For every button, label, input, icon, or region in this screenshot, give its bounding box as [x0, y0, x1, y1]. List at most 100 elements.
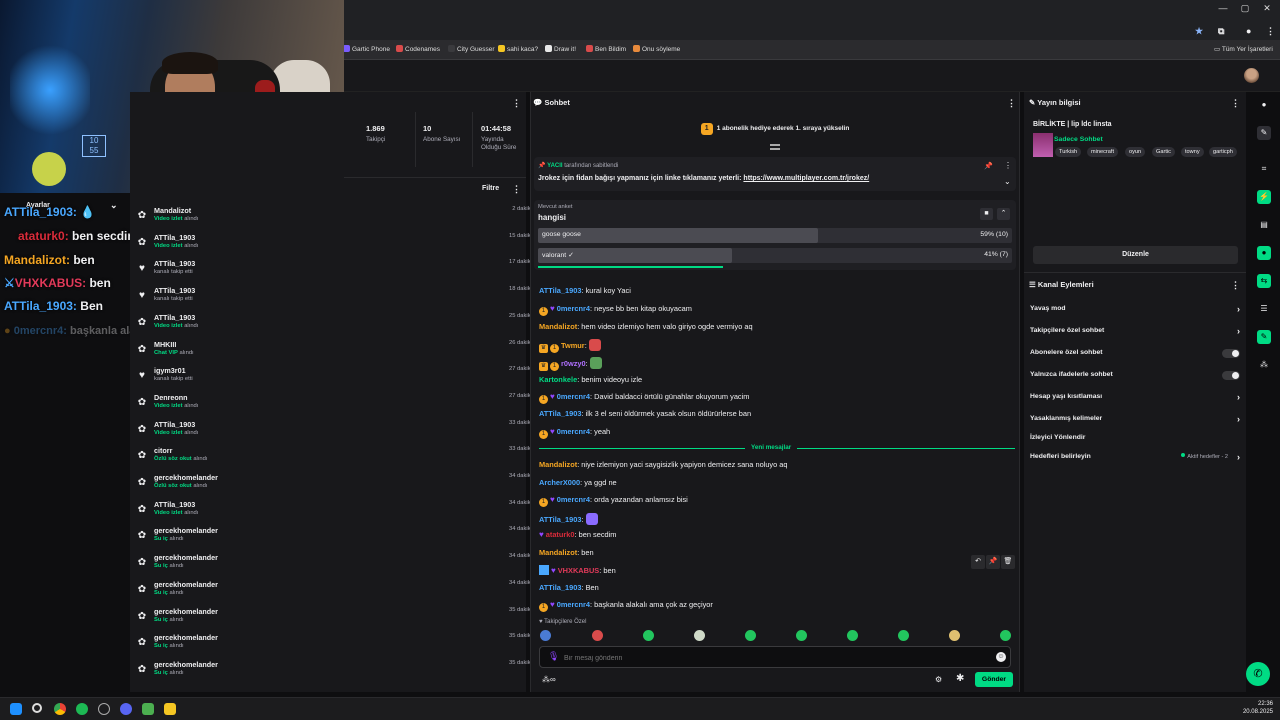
chat-message[interactable]: 1 ♥ 0mercnr4: neyse bb ben kitap okuyacam [539, 304, 692, 316]
stats-menu-icon[interactable]: ⋮ [512, 98, 521, 109]
chat-username[interactable]: ataturk0 [546, 530, 575, 539]
search-icon[interactable] [32, 703, 42, 713]
feed-item[interactable]: ✿ gercekhomelander Su iç alındı 34 dakika ö… [136, 553, 548, 579]
feed-item[interactable]: ✿ gercekhomelander Özlü söz okut alındı 34 … [136, 473, 548, 499]
poll-option[interactable]: goose goose 59% (10) [538, 228, 1012, 243]
action-slow-mode[interactable]: Yavaş mod › [1030, 300, 1242, 318]
discord-icon[interactable] [120, 703, 132, 715]
drag-handle-icon[interactable] [770, 144, 780, 150]
feed-item[interactable]: ✿ Denreonn Video izlet alındı 27 dakika önc… [136, 393, 548, 419]
windows-start-icon[interactable] [10, 703, 22, 715]
obs-icon[interactable] [98, 703, 110, 715]
reply-icon[interactable]: ↶ [971, 555, 985, 569]
settings-icon[interactable]: ⚙ [935, 675, 942, 684]
bookmark-draw-it[interactable]: Draw it! [545, 45, 576, 53]
chat-username[interactable]: Kartonkele [539, 375, 577, 384]
feed-item[interactable]: ✿ ATTila_1903 Video izlet alındı 33 dakika … [136, 420, 548, 446]
file-explorer-icon[interactable] [164, 703, 176, 715]
feed-item[interactable]: ♥ igym3r01 kanalı takip etti 27 dakika önc… [136, 366, 548, 392]
document-icon[interactable]: ▤ [1257, 218, 1271, 232]
extensions-icon[interactable]: ⧉ [1218, 26, 1224, 37]
stream-tag[interactable]: Gartic [1152, 147, 1175, 157]
filter-button[interactable]: Filtre [482, 185, 499, 192]
unpin-icon[interactable]: 📌 [984, 162, 993, 170]
chat-message[interactable]: ♛ 1 r0wzy0: [539, 357, 602, 371]
emote-icon[interactable] [643, 630, 654, 641]
minecraft-icon[interactable] [142, 703, 154, 715]
stream-tag[interactable]: towny [1181, 147, 1204, 157]
chat-username[interactable]: 0mercnr4 [557, 304, 590, 313]
subscribers-only-toggle[interactable] [1222, 349, 1240, 358]
wrench-icon[interactable]: ✎ [1257, 330, 1271, 344]
minimize-icon[interactable]: — [1213, 3, 1233, 17]
emote-icon[interactable] [694, 630, 705, 641]
chat-message[interactable]: Mandalizot: hem video izlemiyo hem valo … [539, 322, 753, 331]
chat-username[interactable]: ATTila_1903 [539, 409, 581, 418]
poll-stop-icon[interactable]: ■ [980, 208, 993, 220]
emoji-picker-icon[interactable]: ☺ [996, 652, 1006, 662]
support-chat-icon[interactable]: ✆ [1246, 662, 1270, 686]
browser-menu-icon[interactable]: ⋮ [1266, 26, 1275, 37]
chat-message[interactable]: ATTila_1903: Ben [539, 583, 599, 592]
pinned-link[interactable]: https://www.multiplayer.com.tr/jrokez/ [743, 175, 869, 182]
chat-message[interactable]: 1 ♥ 0mercnr4: yeah [539, 427, 610, 439]
stream-tag[interactable]: oyun [1125, 147, 1146, 157]
chat-message[interactable]: Mandalizot: ben [539, 548, 594, 557]
chat-tools-icon[interactable]: ⁂∞ [542, 675, 556, 684]
edit-stream-button[interactable]: Düzenle [1033, 246, 1238, 264]
bookmark-codenames[interactable]: Codenames [396, 45, 440, 53]
bookmark-ben-bildim[interactable]: Ben Bildim [586, 45, 626, 53]
chat-message[interactable]: ATTila_1903: [539, 513, 598, 525]
feed-item[interactable]: ✿ gercekhomelander Su iç alındı 34 dakika ö… [136, 526, 548, 552]
action-banned-words[interactable]: Yasaklanmış kelimeler › [1030, 410, 1242, 428]
action-subscribers-only[interactable]: Abonelere özel sohbet [1030, 344, 1242, 362]
chat-username[interactable]: VHXKABUS [558, 566, 599, 575]
feed-menu-icon[interactable]: ⋮ [512, 184, 521, 195]
chat-username[interactable]: ArcherX000 [539, 478, 580, 487]
channel-actions-menu-icon[interactable]: ⋮ [1231, 280, 1240, 291]
feed-item[interactable]: ✿ ATTila_1903 Video izlet alındı 25 dakika … [136, 313, 548, 339]
feed-item[interactable]: ✿ gercekhomelander Su iç alındı 35 dakika ö… [136, 660, 548, 686]
chat-username[interactable]: ATTila_1903 [539, 286, 581, 295]
scan-icon[interactable]: ⌗ [1257, 162, 1271, 176]
feed-item[interactable]: ✿ gercekhomelander Su iç alındı 34 dakika ö… [136, 580, 548, 606]
action-emote-only[interactable]: Yalnızca ifadelerle sohbet [1030, 366, 1242, 384]
bookmark-city-guesser[interactable]: City Guesser [448, 45, 495, 53]
chat-message[interactable]: ♛ 1 Twmur: [539, 339, 601, 353]
chat-message[interactable]: ♥ ataturk0: ben secdim [539, 530, 616, 539]
feed-item[interactable]: ✿ MHKIII Chat VIP alındı 26 dakika önce [136, 340, 548, 366]
feed-item[interactable]: ♥ ATTila_1903 kanalı takip etti 18 dakika … [136, 286, 548, 312]
feed-item[interactable]: ✿ ATTila_1903 Video izlet alındı 15 dakika … [136, 233, 548, 259]
info-icon[interactable]: ● [1257, 98, 1271, 112]
chat-message[interactable]: Kartonkele: benim videoyu izle [539, 375, 642, 384]
category-label[interactable]: Sadece Sohbet [1054, 136, 1103, 143]
action-goals[interactable]: Hedefleri belirleyin Aktif hedefler - 2 › [1030, 448, 1242, 466]
bookmark-onu-soyleme[interactable]: Onu söyleme [633, 45, 680, 53]
feed-item[interactable]: ♥ ATTila_1903 kanalı takip etti 17 dakika … [136, 259, 548, 285]
pin-icon[interactable]: 📌 [986, 555, 1000, 569]
emote-only-toggle[interactable] [1222, 371, 1240, 380]
send-button[interactable]: Gönder [975, 672, 1013, 687]
chat-username[interactable]: 0mercnr4 [557, 600, 590, 609]
chat-input[interactable] [564, 651, 984, 665]
emote-icon[interactable] [745, 630, 756, 641]
chat-message[interactable]: ArcherX000: ya ggd ne [539, 478, 617, 487]
pen-icon[interactable]: ✎ [1257, 126, 1271, 140]
emote-icon[interactable] [898, 630, 909, 641]
stream-tag[interactable]: Turkish [1055, 147, 1082, 157]
spotify-icon[interactable] [76, 703, 88, 715]
all-bookmarks[interactable]: ▭ Tüm Yer İşaretleri [1214, 45, 1273, 53]
chat-menu-icon[interactable]: ⋮ [1007, 98, 1016, 109]
bookmark-sahi-kaca[interactable]: sahi kaca? [498, 45, 538, 53]
avatar[interactable] [1244, 68, 1259, 83]
pinned-menu-icon[interactable]: ⋮ [1004, 161, 1012, 170]
emote-icon[interactable] [1000, 630, 1011, 641]
restore-icon[interactable]: ▢ [1235, 3, 1255, 17]
action-raid[interactable]: İzleyici Yönlendir [1030, 429, 1242, 447]
chevron-up-icon[interactable]: ⌃ [997, 208, 1010, 220]
chat-message[interactable]: 1 ♥ 0mercnr4: David baldacci örtülü günahl… [539, 392, 749, 404]
chat-username[interactable]: Mandalizot [539, 548, 577, 557]
hype-banner[interactable]: 11 abonelik hediye ederek 1. sıraya yüks… [530, 117, 1020, 141]
chat-username[interactable]: r0wzy0 [561, 359, 586, 368]
emote-icon[interactable] [847, 630, 858, 641]
